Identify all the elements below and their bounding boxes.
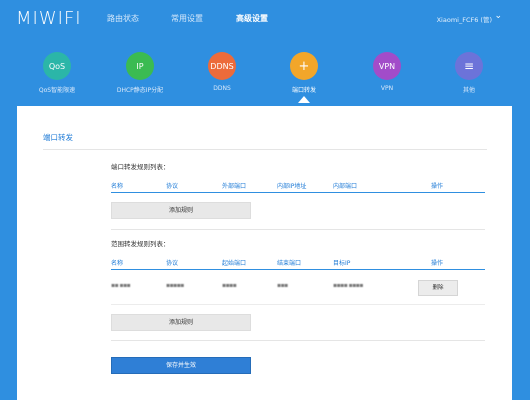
category-qos[interactable]: QoS QoS智能限速 — [17, 52, 97, 94]
range-rules-header: 名称 协议 起始端口 结束端口 目标IP 操作 — [111, 258, 485, 270]
category-vpn-label: VPN — [380, 85, 394, 92]
ddns-icon: DDNS — [208, 52, 236, 80]
col-end-port: 结束端口 — [277, 260, 302, 267]
row-divider — [111, 304, 485, 305]
add-port-rule-button[interactable]: 添加规则 — [111, 202, 251, 219]
content-panel: 端口转发 端口转发规则列表： 名称 协议 外部端口 内部IP地址 内部端口 操作… — [17, 106, 512, 400]
port-rules-title: 端口转发规则列表： — [111, 163, 170, 171]
save-apply-button[interactable]: 保存并生效 — [111, 357, 251, 374]
qos-icon: QoS — [43, 52, 71, 80]
section-divider — [111, 229, 485, 230]
col-name: 名称 — [111, 260, 124, 267]
col-protocol: 协议 — [166, 260, 179, 267]
col-actions: 操作 — [431, 260, 444, 267]
category-port-forward-label: 端口转发 — [291, 87, 316, 94]
col-internal-port: 内部端口 — [333, 183, 358, 190]
row-name: ▪▪ ▪▪▪ — [111, 282, 131, 289]
vpn-icon: VPN — [373, 52, 401, 80]
router-name-menu[interactable]: Xiaomi_FCF6 (管) — [437, 14, 492, 24]
category-qos-label: QoS智能限速 — [38, 87, 76, 94]
category-port-forward[interactable]: + 端口转发 — [264, 52, 344, 94]
row-start-port: ▪▪▪▪ — [222, 282, 237, 289]
category-other[interactable]: ≡ 其他 — [429, 52, 509, 94]
col-external-port: 外部端口 — [222, 183, 247, 190]
category-ddns-label: DDNS — [213, 85, 231, 92]
category-other-label: 其他 — [462, 87, 475, 94]
delete-rule-button[interactable]: 删除 — [418, 280, 458, 296]
menu-icon: ≡ — [455, 52, 483, 80]
nav-router-status[interactable]: 路由状态 — [107, 13, 139, 24]
port-rules-header: 名称 协议 外部端口 内部IP地址 内部端口 操作 — [111, 181, 485, 193]
col-actions: 操作 — [431, 183, 444, 190]
chevron-down-icon[interactable]: ⌄ — [494, 11, 502, 21]
col-internal-ip: 内部IP地址 — [277, 183, 307, 190]
nav-advanced-settings[interactable]: 高级设置 — [236, 13, 268, 24]
range-rules-title: 范围转发规则列表： — [111, 240, 170, 248]
row-protocol: ▪▪▪▪▪ — [166, 282, 184, 289]
category-dhcp[interactable]: IP DHCP静态IP分配 — [100, 52, 180, 94]
row-end-port: ▪▪▪ — [277, 282, 288, 289]
active-tab-pointer — [298, 96, 310, 103]
category-ddns[interactable]: DDNS DDNS — [182, 52, 262, 92]
miwifi-logo: MIWIFI — [16, 8, 82, 29]
col-target-ip: 目标IP — [333, 260, 351, 267]
col-start-port: 起始端口 — [222, 260, 247, 267]
category-vpn[interactable]: VPN VPN — [347, 52, 427, 92]
row-target-ip: ▪▪▪▪ ▪▪▪▪ — [333, 282, 363, 289]
section-divider — [111, 340, 485, 341]
ip-icon: IP — [126, 52, 154, 80]
title-divider — [43, 149, 487, 150]
port-forward-icon: + — [290, 52, 318, 80]
page-title: 端口转发 — [43, 133, 73, 142]
col-name: 名称 — [111, 183, 124, 190]
col-protocol: 协议 — [166, 183, 179, 190]
nav-common-settings[interactable]: 常用设置 — [171, 13, 203, 24]
add-range-rule-button[interactable]: 添加规则 — [111, 314, 251, 331]
category-dhcp-label: DHCP静态IP分配 — [116, 87, 164, 94]
